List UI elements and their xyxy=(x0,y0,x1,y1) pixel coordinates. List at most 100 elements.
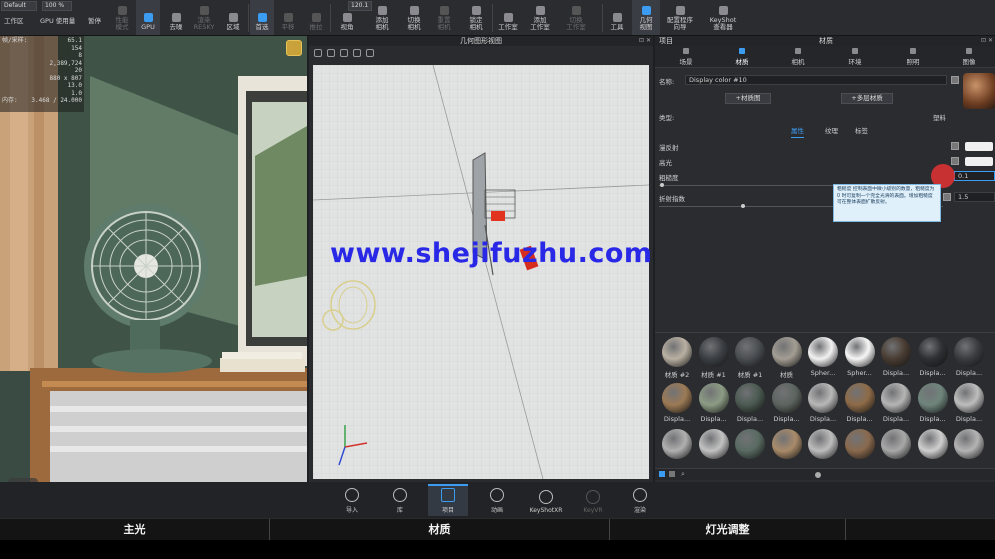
pick-material-icon[interactable] xyxy=(951,76,959,84)
bottom-button-0[interactable]: 导入 xyxy=(332,484,372,516)
library-material-item[interactable]: 材质 #1 xyxy=(696,337,732,381)
specular-color-swatch[interactable] xyxy=(965,157,993,166)
toolbar-button-6[interactable]: 平移 xyxy=(276,0,300,35)
settings-tool-icon[interactable] xyxy=(327,49,335,57)
toolbar-button-16[interactable]: 工具 xyxy=(604,0,630,35)
list-view-icon[interactable] xyxy=(669,471,675,477)
add-multilayer-button[interactable]: +多层材质 xyxy=(841,93,893,104)
roughness-slider-handle[interactable] xyxy=(660,183,664,187)
library-material-item[interactable] xyxy=(951,429,987,473)
material-preview-thumbnail[interactable] xyxy=(963,73,995,109)
library-material-item[interactable] xyxy=(696,429,732,473)
pause-button[interactable]: 暂停 xyxy=(88,15,101,25)
panel-close-icon[interactable]: ⊡ ✕ xyxy=(981,37,993,44)
library-material-item[interactable]: Displa... xyxy=(951,383,987,427)
library-material-item[interactable]: 材质 #2 xyxy=(659,337,695,381)
stat-row: 内存: 3.468 / 24.000 xyxy=(2,97,82,105)
refraction-texture-icon[interactable] xyxy=(943,193,951,201)
library-material-item[interactable]: 材质 xyxy=(769,337,805,381)
library-material-item[interactable] xyxy=(842,429,878,473)
subtab-labels[interactable]: 标签 xyxy=(855,125,868,137)
project-tab-4[interactable]: 照明 xyxy=(885,47,941,67)
library-material-item[interactable]: Displa... xyxy=(732,383,768,427)
toolbar-button-14[interactable]: 添加 工作室 xyxy=(524,0,556,35)
project-tab-2[interactable]: 相机 xyxy=(770,47,826,67)
project-tab-1[interactable]: 材质 xyxy=(714,47,770,67)
toolbar-button-19[interactable]: KeyShot 查看器 xyxy=(700,0,746,35)
library-material-item[interactable]: Displa... xyxy=(805,383,841,427)
library-material-item[interactable]: Spher... xyxy=(805,337,841,381)
diffuse-color-swatch[interactable] xyxy=(965,142,993,151)
bottom-button-6[interactable]: 渲染 xyxy=(620,484,660,516)
toolbar-button-11[interactable]: 重置 相机 xyxy=(430,0,458,35)
library-material-item[interactable] xyxy=(659,429,695,473)
search-icon[interactable]: ⌕ xyxy=(681,470,685,479)
material-type-select[interactable]: 塑料 xyxy=(933,112,946,122)
library-material-item[interactable] xyxy=(915,429,951,473)
library-material-item[interactable] xyxy=(769,429,805,473)
keyshot-window: Default 100 % 工作区 GPU 使用量 暂停 性能 模式 GPU 去噪渲… xyxy=(0,0,995,559)
toolbar-button-17[interactable]: 几何 视图 xyxy=(632,0,660,35)
toolbar-button-18[interactable]: 配置程序 向导 xyxy=(662,0,698,35)
toolbar-button-1[interactable]: GPU xyxy=(136,0,160,35)
grid-view-icon[interactable] xyxy=(659,471,665,477)
library-material-item[interactable]: 材质 #1 xyxy=(732,337,768,381)
bottom-button-4[interactable]: KeyShotXR xyxy=(526,484,566,516)
subtab-properties[interactable]: 属性 xyxy=(791,125,804,138)
toolbar-button-0[interactable]: 性能 模式 xyxy=(110,0,134,35)
library-material-item[interactable] xyxy=(732,429,768,473)
library-material-item[interactable]: Displa... xyxy=(951,337,987,381)
preset-select[interactable]: Default xyxy=(1,1,37,11)
bottom-button-1[interactable]: 库 xyxy=(380,484,420,516)
toolbar-button-2[interactable]: 去噪 xyxy=(164,0,188,35)
library-material-item[interactable]: Displa... xyxy=(769,383,805,427)
library-material-item[interactable]: Displa... xyxy=(878,383,914,427)
subtab-texture[interactable]: 纹理 xyxy=(825,125,838,137)
zoom-field[interactable]: 100 % xyxy=(42,1,72,11)
toolbar-button-label: 配置程序 向导 xyxy=(667,16,693,31)
camera-tool-icon[interactable] xyxy=(314,49,322,57)
toolbar-button-13[interactable]: 工作室 xyxy=(494,0,522,35)
bottom-button-icon xyxy=(633,488,647,502)
diffuse-texture-icon[interactable] xyxy=(951,142,959,150)
material-name-input[interactable]: Display color #10 xyxy=(685,75,947,85)
resize-tool-icon[interactable] xyxy=(366,49,374,57)
thumbnail-size-slider[interactable] xyxy=(815,472,821,478)
refraction-slider-handle[interactable] xyxy=(741,204,745,208)
library-material-item[interactable]: Displa... xyxy=(842,383,878,427)
specular-texture-icon[interactable] xyxy=(951,157,959,165)
bottom-button-3[interactable]: 动画 xyxy=(477,484,517,516)
toolbar-button-10[interactable]: 切换 相机 xyxy=(400,0,428,35)
roughness-input[interactable]: 0.1 xyxy=(954,171,995,181)
library-material-item[interactable] xyxy=(805,429,841,473)
project-tab-3[interactable]: 环境 xyxy=(827,47,883,67)
panel-close-icon[interactable]: ⊡ ✕ xyxy=(639,37,651,44)
toolbar-button-12[interactable]: 锁定 相机 xyxy=(462,0,490,35)
toolbar-button-5[interactable]: 首选 xyxy=(250,0,274,35)
library-material-item[interactable]: Spher... xyxy=(842,337,878,381)
perspective-field[interactable]: 120.1 xyxy=(348,1,372,11)
grid-tool-icon[interactable] xyxy=(340,49,348,57)
render-view[interactable]: 帧/采样: 65.1 154 8 2,389,724 20 880 x 807 13.0 1.0… xyxy=(0,36,307,482)
project-tab-0[interactable]: 场景 xyxy=(658,47,714,67)
project-tab-5[interactable]: 图像 xyxy=(941,47,995,67)
toolbar-button-7[interactable]: 推拉 xyxy=(304,0,328,35)
library-material-item[interactable]: Displa... xyxy=(915,337,951,381)
toolbar-button-4[interactable]: 区域 xyxy=(220,0,246,35)
library-material-item[interactable] xyxy=(878,429,914,473)
toolbar-button-icon xyxy=(377,6,387,15)
workspace-label[interactable]: 工作区 xyxy=(4,15,24,25)
bottom-button-2[interactable]: 项目 xyxy=(428,484,468,516)
add-material-graph-button[interactable]: +材质图 xyxy=(725,93,771,104)
library-material-item[interactable]: Displa... xyxy=(915,383,951,427)
refraction-input[interactable]: 1.5 xyxy=(954,192,995,202)
move-tool-icon[interactable] xyxy=(353,49,361,57)
toolbar-button-15[interactable]: 切换 工作室 xyxy=(560,0,592,35)
library-material-item[interactable]: Displa... xyxy=(659,383,695,427)
toolbar-button-9[interactable]: 添加 相机 xyxy=(368,0,396,35)
bottom-button-5[interactable]: KeyVR xyxy=(573,484,613,516)
geometry-viewport[interactable] xyxy=(313,65,649,479)
toolbar-button-3[interactable]: 渲染 RESKY xyxy=(190,0,218,35)
library-material-item[interactable]: Displa... xyxy=(696,383,732,427)
library-material-item[interactable]: Displa... xyxy=(878,337,914,381)
